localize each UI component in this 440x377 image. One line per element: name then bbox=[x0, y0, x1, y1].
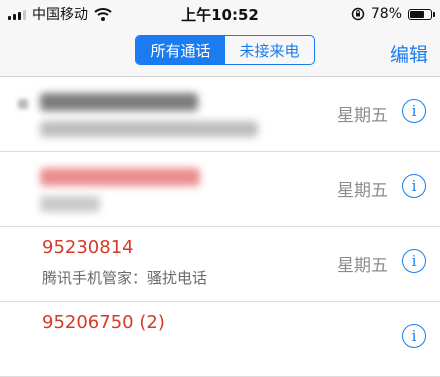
call-row[interactable]: 95230814 腾讯手机管家：骚扰电话 星期五 i bbox=[0, 227, 440, 302]
recents-list: 星期五 i 星期五 i 95230814 腾讯手机管家：骚扰电话 星期五 i 9… bbox=[0, 77, 440, 377]
status-bar: 中国移动 上午10:52 78% bbox=[0, 0, 440, 28]
caller-number: 95230814 bbox=[42, 237, 134, 258]
battery-percent: 78% bbox=[370, 6, 402, 22]
redacted-name bbox=[40, 93, 198, 111]
redacted-detail bbox=[40, 196, 100, 212]
redaction-mark bbox=[18, 99, 28, 109]
redacted-detail bbox=[40, 121, 258, 137]
status-right: 78% bbox=[351, 4, 435, 24]
info-icon[interactable]: i bbox=[402, 99, 426, 123]
info-icon[interactable]: i bbox=[402, 174, 426, 198]
battery-icon bbox=[408, 8, 435, 20]
segment-missed-calls[interactable]: 未接来电 bbox=[225, 36, 314, 64]
call-filter-segmented-control: 所有通话 未接来电 bbox=[135, 35, 315, 65]
call-row[interactable]: 星期五 i bbox=[0, 77, 440, 152]
caller-label: 腾讯手机管家：骚扰电话 bbox=[42, 269, 208, 287]
call-day: 星期五 bbox=[337, 106, 388, 126]
call-row[interactable]: 95206750 (2) i bbox=[0, 302, 440, 377]
nav-bar: 所有通话 未接来电 编辑 bbox=[0, 28, 440, 77]
edit-button[interactable]: 编辑 bbox=[390, 40, 428, 67]
call-day: 星期五 bbox=[337, 256, 388, 276]
redacted-name bbox=[40, 168, 200, 186]
orientation-lock-icon bbox=[351, 7, 365, 21]
segment-all-calls[interactable]: 所有通话 bbox=[136, 36, 225, 64]
call-day: 星期五 bbox=[337, 181, 388, 201]
info-icon[interactable]: i bbox=[402, 324, 426, 348]
call-row[interactable]: 星期五 i bbox=[0, 152, 440, 227]
info-icon[interactable]: i bbox=[402, 249, 426, 273]
